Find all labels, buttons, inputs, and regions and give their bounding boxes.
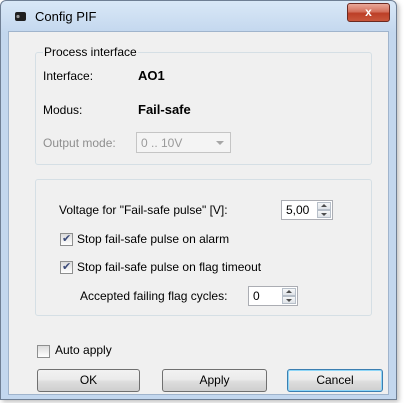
accepted-cycles-label: Accepted failing flag cycles:	[80, 289, 228, 303]
modus-label: Modus:	[43, 103, 83, 117]
process-interface-group: Process interface Interface: AO1 Modus: …	[35, 45, 372, 165]
modus-value: Fail-safe	[138, 102, 191, 117]
voltage-spinner[interactable]: 5,00	[281, 200, 333, 220]
title-bar[interactable]: Config PIF x	[1, 1, 396, 31]
auto-apply-checkbox[interactable]	[37, 345, 50, 358]
auto-apply-label[interactable]: Auto apply	[55, 343, 112, 357]
apply-button-label: Apply	[199, 373, 230, 387]
output-mode-value: 0 .. 10V	[141, 136, 183, 150]
apply-button[interactable]: Apply	[162, 369, 267, 392]
stop-on-alarm-label[interactable]: Stop fail-safe pulse on alarm	[77, 232, 229, 246]
stop-on-flag-timeout-label[interactable]: Stop fail-safe pulse on flag timeout	[77, 260, 261, 274]
close-button[interactable]: x	[347, 3, 390, 22]
voltage-decrement-button[interactable]	[317, 210, 331, 218]
cycles-decrement-button[interactable]	[282, 296, 296, 304]
voltage-value: 5,00	[286, 203, 310, 217]
voltage-label: Voltage for "Fail-safe pulse" [V]:	[59, 203, 228, 217]
output-mode-select[interactable]: 0 .. 10V	[136, 132, 231, 153]
accepted-cycles-spinner[interactable]: 0	[248, 286, 298, 306]
cycles-increment-button[interactable]	[282, 288, 296, 296]
config-pif-window: Config PIF x Process interface Interface…	[0, 0, 397, 400]
voltage-increment-button[interactable]	[317, 202, 331, 210]
cancel-button-label: Cancel	[316, 373, 354, 387]
cancel-button[interactable]: Cancel	[287, 369, 383, 392]
ok-button[interactable]: OK	[37, 369, 140, 392]
dialog-body: Process interface Interface: AO1 Modus: …	[8, 31, 389, 395]
stop-on-flag-timeout-checkbox[interactable]	[60, 260, 73, 274]
interface-label: Interface:	[43, 69, 94, 83]
accepted-cycles-value: 0	[253, 289, 260, 303]
close-icon: x	[365, 5, 372, 19]
window-title: Config PIF	[35, 9, 97, 24]
app-icon	[15, 12, 26, 21]
output-mode-label: Output mode:	[43, 136, 116, 150]
stop-on-alarm-checkbox[interactable]	[60, 232, 73, 246]
ok-button-label: OK	[79, 373, 98, 387]
interface-value: AO1	[138, 68, 165, 83]
chevron-down-icon	[216, 141, 224, 145]
process-interface-legend: Process interface	[43, 45, 138, 59]
failsafe-group: Voltage for "Fail-safe pulse" [V]: 5,00 …	[35, 179, 372, 316]
